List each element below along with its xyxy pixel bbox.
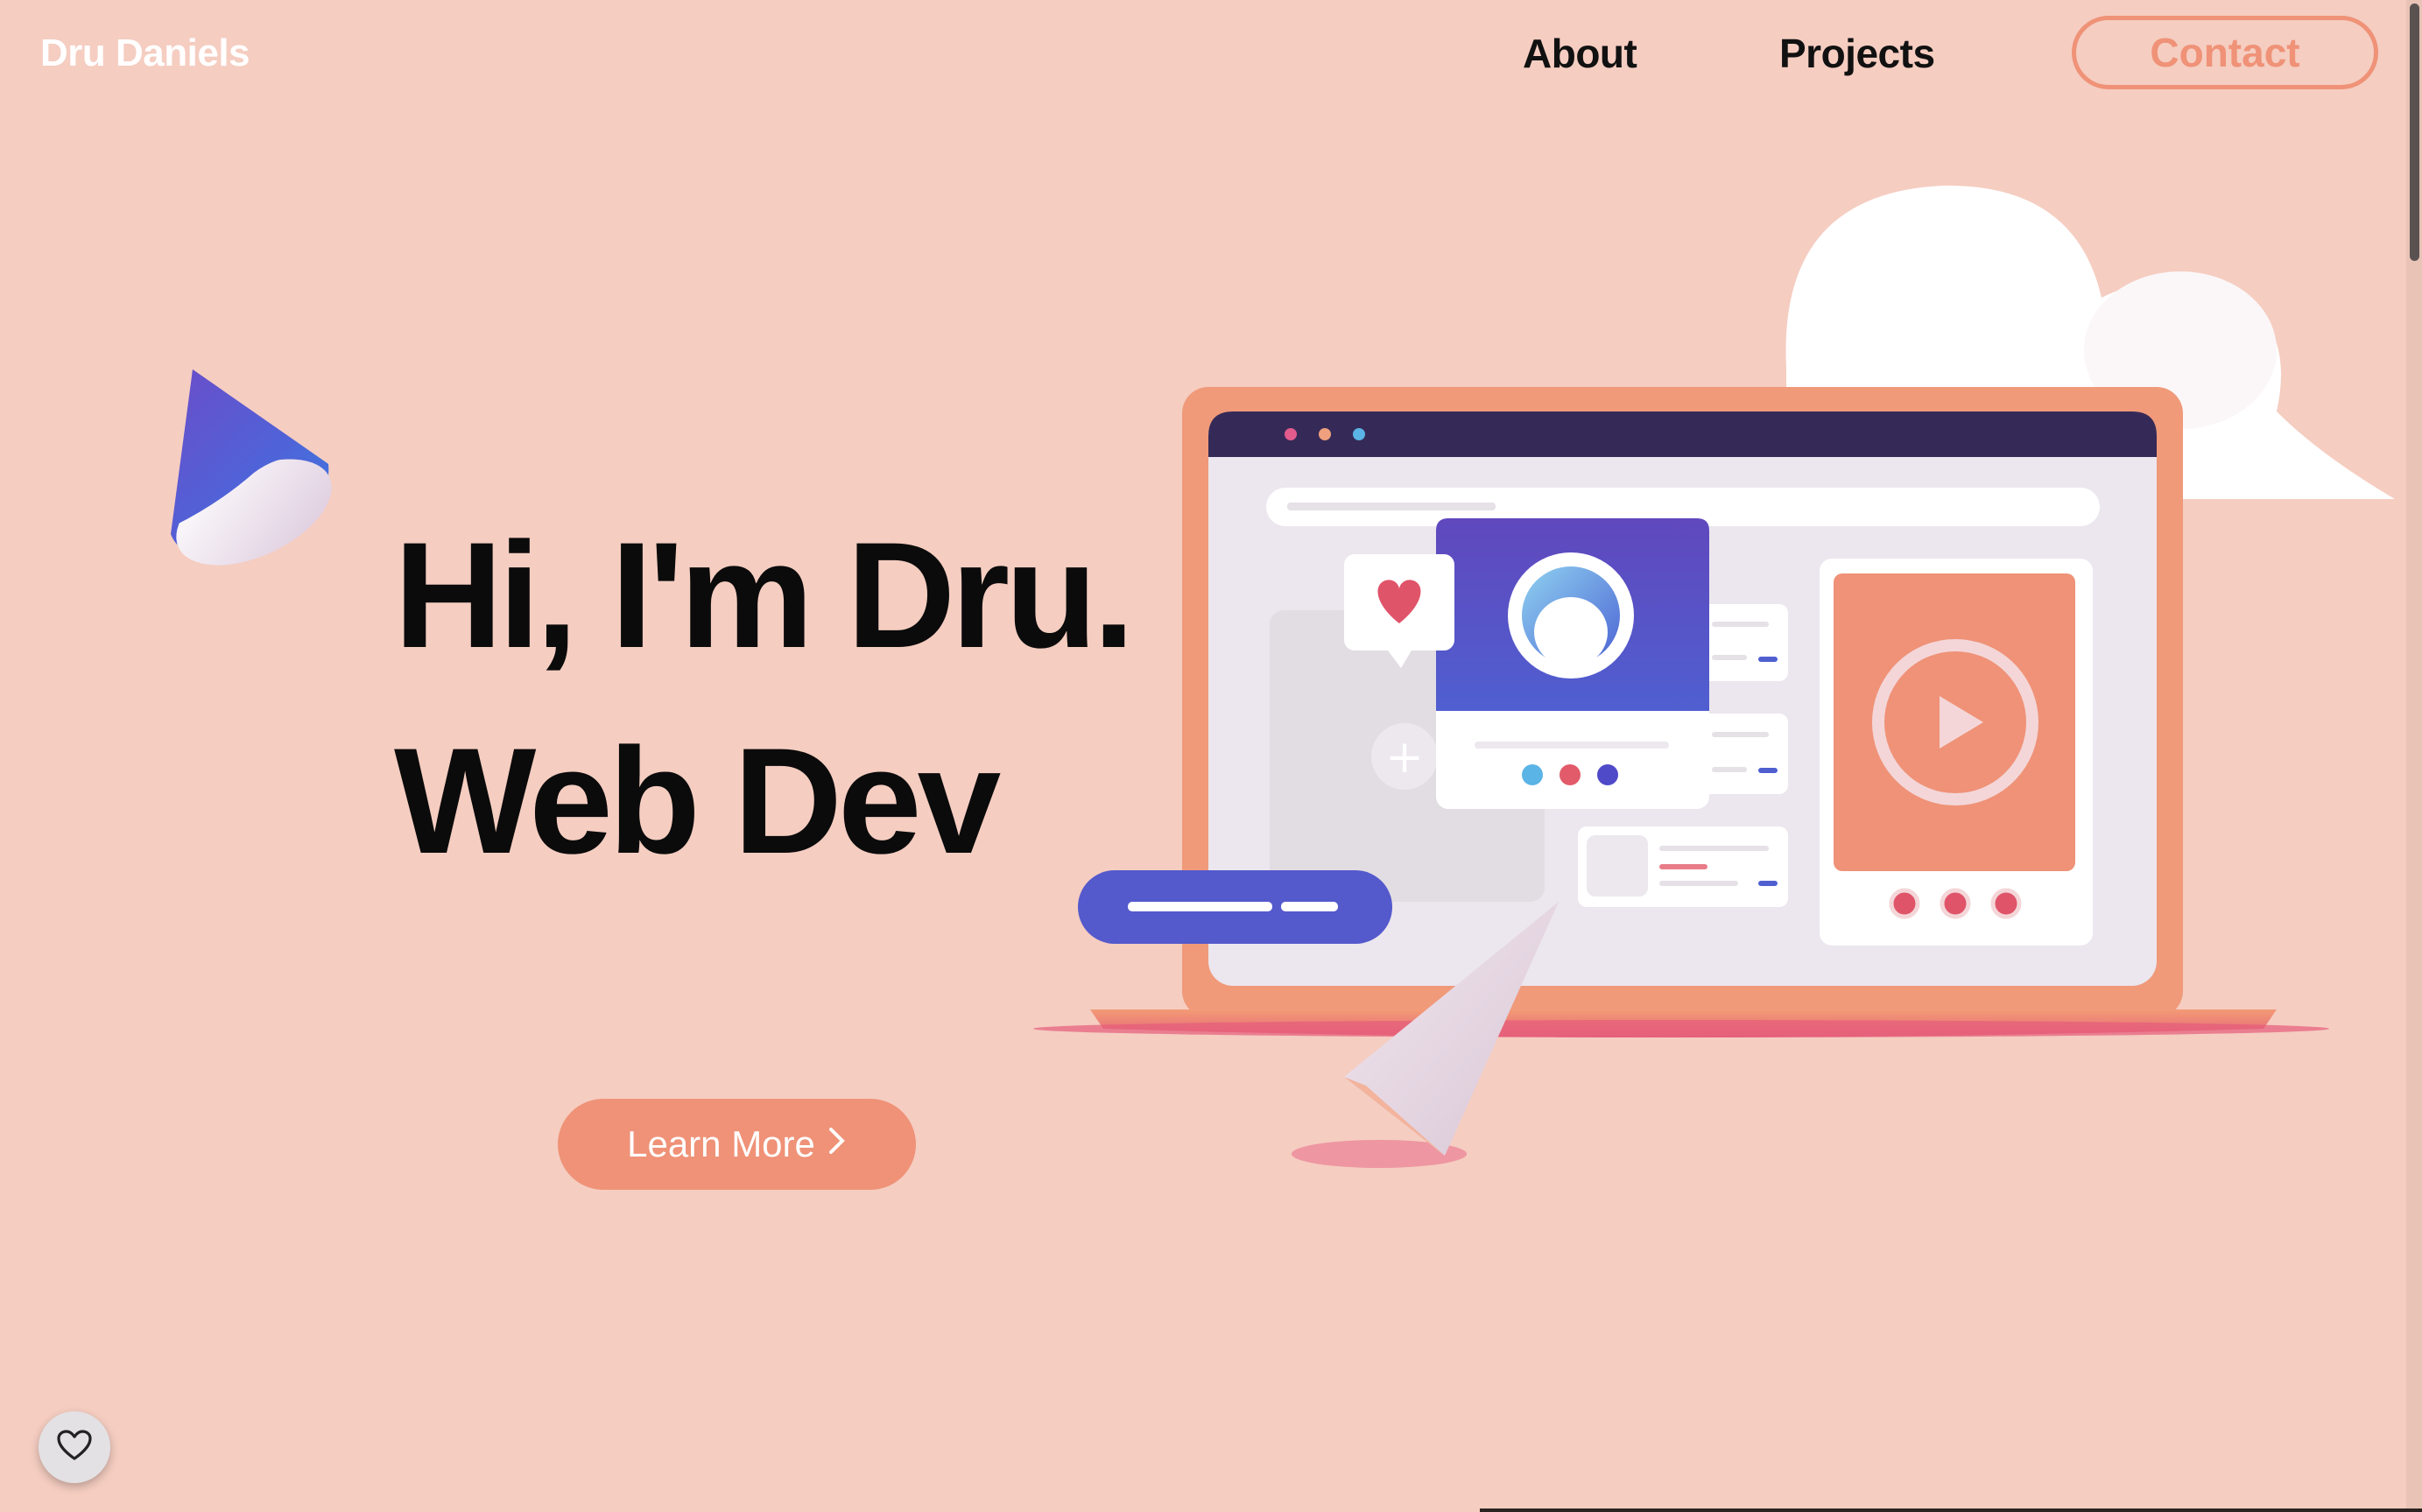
hero-illustration: + [171, 185, 2395, 1168]
scrollbar-track[interactable] [2406, 0, 2422, 1512]
learn-more-label: Learn More [627, 1123, 815, 1164]
cone-decoration [171, 369, 332, 566]
hero-subheading: Web Dev [394, 717, 1001, 885]
chevron-right-icon [827, 1125, 847, 1164]
hero-heading: Hi, I'm Dru. [394, 511, 1135, 679]
bottom-divider [1480, 1508, 2422, 1512]
favorite-button[interactable] [39, 1411, 110, 1483]
heart-outline-icon [57, 1429, 92, 1466]
laptop-illustration: + [1033, 387, 2329, 1168]
scrollbar-thumb[interactable] [2410, 4, 2419, 261]
learn-more-button[interactable]: Learn More [558, 1099, 916, 1190]
svg-text:+: + [1385, 731, 1424, 784]
portfolio-page: Dru Daniels About Projects Contact + Hi,… [0, 0, 2422, 1512]
